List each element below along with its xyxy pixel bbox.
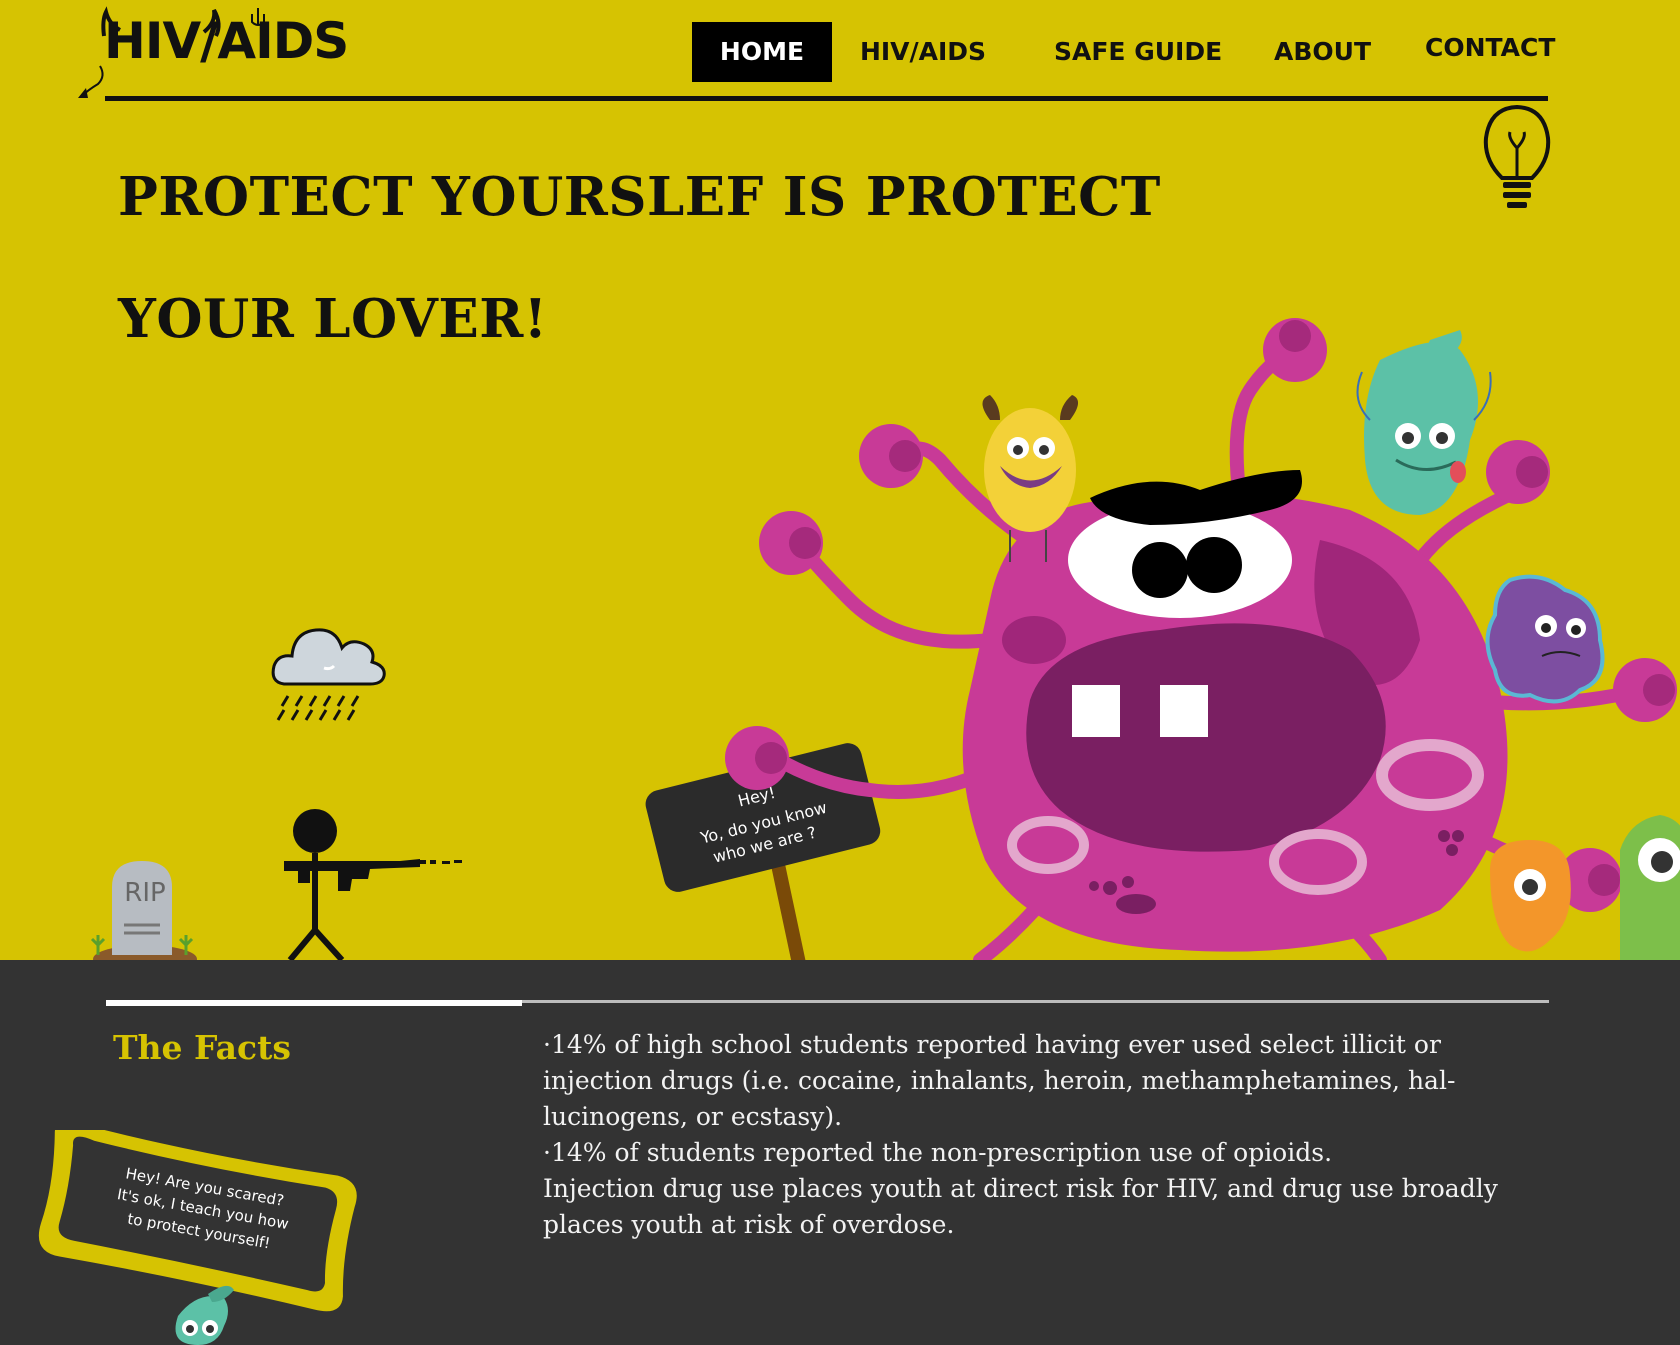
rain-cloud-icon — [271, 628, 386, 721]
nav-safe-guide[interactable]: SAFE GUIDE — [1054, 22, 1222, 82]
lightbulb-icon — [1483, 104, 1551, 208]
facts-section: The Facts ·14% of high school students r… — [0, 960, 1680, 1345]
tombstone-label: RIP — [124, 878, 166, 908]
hero-section: HIV/AIDS HOME HIV/AIDS SAFE GUIDE ABOUT … — [0, 0, 1680, 960]
facts-divider-accent — [106, 1000, 522, 1006]
hero-headline-line1: PROTECT YOURSLEF IS PROTECT — [118, 166, 1161, 228]
site-logo[interactable]: HIV/AIDS — [104, 12, 349, 70]
green-monster — [1620, 815, 1680, 960]
encouragement-banner: Hey! Are you scared? It's ok, I teach yo… — [38, 1130, 357, 1345]
stick-figure-with-gun — [284, 809, 462, 960]
orange-monster — [1490, 840, 1571, 952]
hero-headline-line2: YOUR LOVER! — [118, 288, 548, 350]
hey-sign: Hey! Yo, do you know who we are ? — [645, 743, 881, 960]
facts-title: The Facts — [113, 1028, 291, 1067]
nav-divider — [105, 96, 1548, 101]
nav-home[interactable]: HOME — [692, 22, 832, 82]
nav-contact[interactable]: CONTACT — [1425, 18, 1555, 78]
yellow-monster — [982, 395, 1079, 562]
nav-about[interactable]: ABOUT — [1270, 22, 1375, 82]
purple-monster — [1485, 574, 1605, 704]
teal-monster — [1356, 330, 1492, 515]
facts-body: ·14% of high school students reported ha… — [543, 1027, 1553, 1243]
facts-paragraph-3: Injection drug use places youth at direc… — [543, 1174, 1498, 1239]
facts-paragraph-2: ·14% of students reported the non-prescr… — [543, 1138, 1333, 1167]
facts-paragraph-1: ·14% of high school students reported ha… — [543, 1030, 1456, 1131]
nav-hiv-aids[interactable]: HIV/AIDS — [850, 22, 996, 82]
